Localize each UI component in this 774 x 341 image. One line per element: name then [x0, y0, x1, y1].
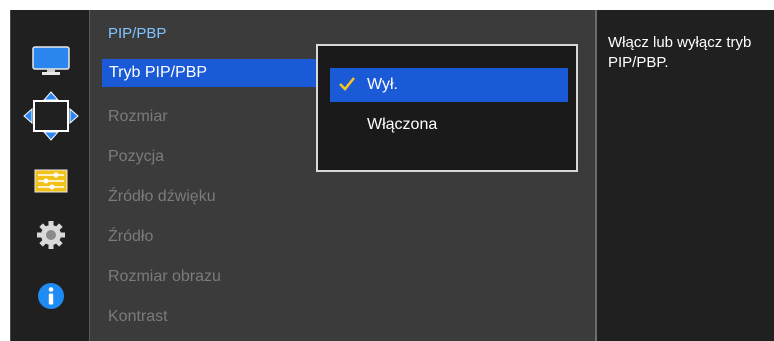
info-icon[interactable]	[11, 281, 90, 311]
menu-item-pip-pbp-mode[interactable]: Tryb PIP/PBP	[102, 59, 320, 87]
option-on[interactable]: Włączona	[330, 108, 568, 142]
sliders-icon[interactable]	[11, 168, 90, 194]
menu-item-label: Tryb PIP/PBP	[109, 64, 208, 81]
checkmark-icon	[338, 76, 356, 97]
help-panel: Włącz lub wyłącz tryb PIP/PBP.	[597, 10, 774, 341]
help-text: Włącz lub wyłącz tryb PIP/PBP.	[608, 34, 752, 71]
option-label: Włączona	[367, 116, 438, 133]
gear-icon[interactable]	[11, 220, 90, 250]
menu-item-sound-source[interactable]: Źródło dźwięku	[108, 188, 216, 206]
menu-item-size[interactable]: Rozmiar	[108, 108, 168, 126]
option-label: Wył.	[367, 76, 398, 93]
sidebar	[10, 10, 90, 341]
menu-item-contrast[interactable]: Kontrast	[108, 308, 168, 326]
menu-item-position[interactable]: Pozycja	[108, 148, 164, 166]
options-popup: Wył. Włączona	[316, 44, 578, 172]
monitor-icon[interactable]	[11, 46, 90, 76]
osd-window: PIP/PBP Tryb PIP/PBP Rozmiar Pozycja Źró…	[0, 0, 774, 341]
menu-item-source[interactable]: Źródło	[108, 228, 153, 246]
option-off[interactable]: Wył.	[330, 68, 568, 102]
menu-item-picture-size[interactable]: Rozmiar obrazu	[108, 268, 221, 286]
move-arrows-icon[interactable]	[11, 91, 90, 141]
menu-title: PIP/PBP	[108, 25, 167, 42]
